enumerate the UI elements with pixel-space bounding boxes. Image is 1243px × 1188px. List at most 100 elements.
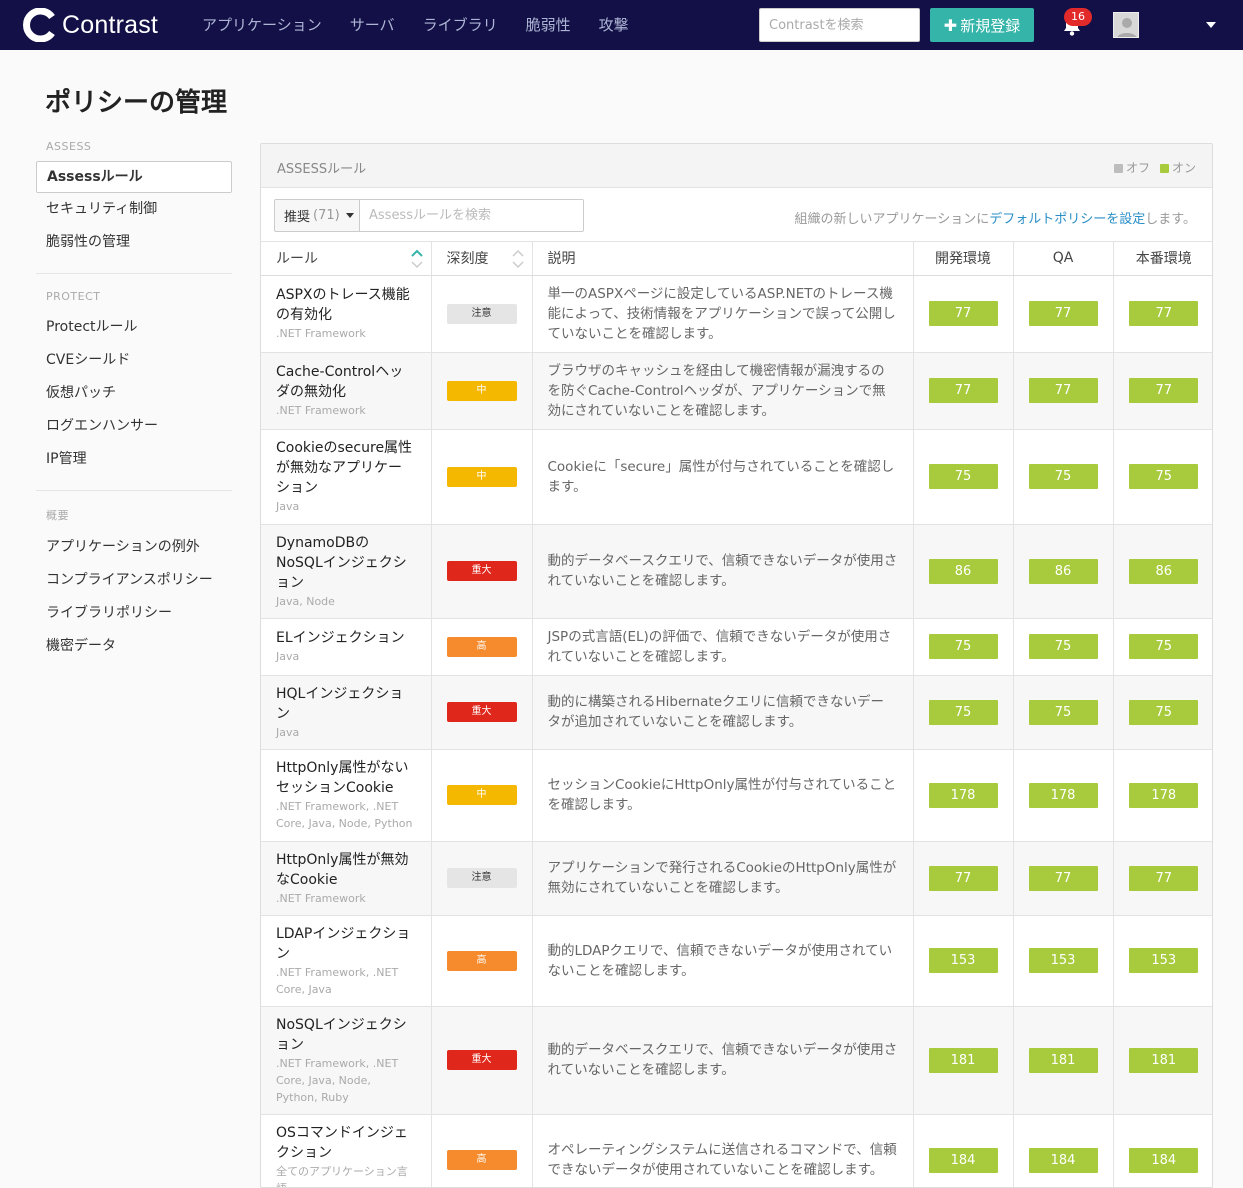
sidebar-item-protect-rules[interactable]: Protectルール <box>36 311 232 344</box>
rule-name[interactable]: LDAPインジェクション <box>276 924 416 964</box>
rule-name[interactable]: Cookieのsecure属性が無効なアプリケーション <box>276 438 416 498</box>
description-cell: アプリケーションで発行されるCookieのHttpOnly属性が無効にされていな… <box>532 841 914 916</box>
note-text: 組織の新しいアプリケーションに <box>794 212 990 227</box>
rule-languages: Java <box>276 500 300 513</box>
prod-env-toggle[interactable]: 77 <box>1129 865 1199 891</box>
prod-env-toggle[interactable]: 86 <box>1129 558 1199 584</box>
filter-dropdown[interactable]: 推奨 (71) <box>274 199 360 232</box>
nav-servers[interactable]: サーバ <box>350 0 395 50</box>
prod-env-toggle[interactable]: 153 <box>1129 948 1199 973</box>
description-cell: JSPの式言語(EL)の評価で、信頼できないデータが使用されていないことを確認し… <box>532 618 914 676</box>
rule-name[interactable]: HQLインジェクション <box>276 684 416 724</box>
table-row: NoSQLインジェクション .NET Framework, .NET Core, … <box>261 1006 1212 1115</box>
prod-env-toggle[interactable]: 75 <box>1129 464 1199 489</box>
qa-env-toggle[interactable]: 86 <box>1028 558 1098 584</box>
rule-name[interactable]: DynamoDBのNoSQLインジェクション <box>276 533 416 593</box>
nav-attacks[interactable]: 攻撃 <box>599 0 629 50</box>
prod-env-toggle[interactable]: 181 <box>1129 1047 1199 1073</box>
nav-applications[interactable]: アプリケーション <box>202 0 322 50</box>
sidebar-item-app-exclusions[interactable]: アプリケーションの例外 <box>36 531 232 564</box>
sidebar-item-compliance-policy[interactable]: コンプライアンスポリシー <box>36 564 232 597</box>
rule-name[interactable]: ASPXのトレース機能の有効化 <box>276 285 416 325</box>
severity-cell: 注意 <box>431 841 533 916</box>
rule-languages: 全てのアプリケーション言語 <box>276 1165 408 1187</box>
legend-on: オン <box>1159 159 1196 176</box>
col-header-severity[interactable]: 深刻度 <box>431 242 533 276</box>
qa-env-cell: 77 <box>1013 352 1114 430</box>
page-title: ポリシーの管理 <box>45 88 228 118</box>
sidebar-item-ip-management[interactable]: IP管理 <box>36 443 232 476</box>
dev-env-toggle[interactable]: 75 <box>928 634 998 659</box>
prod-env-toggle[interactable]: 75 <box>1129 699 1199 725</box>
prod-env-toggle[interactable]: 75 <box>1129 634 1199 659</box>
default-policy-link[interactable]: デフォルトポリシーを設定 <box>989 212 1145 227</box>
chevron-down-icon[interactable] <box>1206 22 1216 28</box>
severity-badge: 注意 <box>446 303 517 324</box>
dev-env-toggle[interactable]: 77 <box>928 378 998 403</box>
severity-cell: 重大 <box>431 675 533 750</box>
qa-env-toggle[interactable]: 153 <box>1028 948 1098 973</box>
dev-env-toggle[interactable]: 153 <box>928 948 998 973</box>
global-search-input[interactable] <box>759 8 920 42</box>
qa-env-toggle[interactable]: 75 <box>1028 634 1098 659</box>
dev-env-toggle[interactable]: 75 <box>928 699 998 725</box>
qa-env-toggle[interactable]: 184 <box>1028 1147 1098 1173</box>
rule-name[interactable]: NoSQLインジェクション <box>276 1015 416 1055</box>
sidebar-item-library-policy[interactable]: ライブラリポリシー <box>36 597 232 630</box>
severity-cell: 注意 <box>431 275 533 353</box>
rule-name[interactable]: HttpOnly属性が無効なCookie <box>276 850 416 890</box>
dev-env-toggle[interactable]: 184 <box>928 1147 998 1173</box>
filter-label: 推奨 <box>284 210 311 225</box>
nav-libraries[interactable]: ライブラリ <box>423 0 498 50</box>
qa-env-toggle[interactable]: 75 <box>1028 464 1098 489</box>
prod-env-toggle[interactable]: 178 <box>1129 782 1199 808</box>
dev-env-toggle[interactable]: 77 <box>928 301 998 326</box>
qa-env-toggle[interactable]: 77 <box>1028 301 1098 326</box>
sidebar-item-virtual-patches[interactable]: 仮想パッチ <box>36 377 232 410</box>
rule-search-input[interactable] <box>360 199 584 232</box>
prod-env-cell: 77 <box>1113 275 1212 353</box>
sidebar-item-assess-rules[interactable]: Assessルール <box>36 161 232 193</box>
description-cell: セッションCookieにHttpOnly属性が付与されていることを確認します。 <box>532 749 914 842</box>
prod-env-toggle[interactable]: 184 <box>1129 1147 1199 1173</box>
sidebar-item-sensitive-data[interactable]: 機密データ <box>36 630 232 663</box>
table-row: ELインジェクション Java 高 JSPの式言語(EL)の評価で、信頼できないデータ… <box>261 618 1212 676</box>
prod-env-cell: 86 <box>1113 524 1212 619</box>
sidebar-heading-assess: ASSESS <box>46 140 92 153</box>
sidebar-heading-protect: PROTECT <box>46 290 101 303</box>
dev-env-toggle[interactable]: 86 <box>928 558 998 584</box>
rule-name[interactable]: OSコマンドインジェクション <box>276 1123 416 1163</box>
avatar-icon[interactable] <box>1113 12 1139 38</box>
rule-languages: .NET Framework, .NET Core, Java, Node, P… <box>276 800 413 830</box>
qa-env-toggle[interactable]: 77 <box>1028 865 1098 891</box>
prod-env-toggle[interactable]: 77 <box>1129 301 1199 326</box>
nav-vulnerabilities[interactable]: 脆弱性 <box>526 0 571 50</box>
table-row: Cookieのsecure属性が無効なアプリケーション Java 中 Cookieに「… <box>261 429 1212 525</box>
rule-cell: LDAPインジェクション .NET Framework, .NET Core, J… <box>261 915 432 1007</box>
dev-env-toggle[interactable]: 181 <box>928 1047 998 1073</box>
rule-name[interactable]: ELインジェクション <box>276 628 416 648</box>
prod-env-cell: 153 <box>1113 915 1212 1007</box>
dev-env-toggle[interactable]: 75 <box>928 464 998 489</box>
rule-languages: .NET Framework <box>276 327 366 340</box>
new-button[interactable]: ✚ 新規登録 <box>930 8 1034 42</box>
rule-name[interactable]: HttpOnly属性がないセッションCookie <box>276 758 416 798</box>
sidebar-item-cve-shields[interactable]: CVEシールド <box>36 344 232 377</box>
qa-env-toggle[interactable]: 178 <box>1028 782 1098 808</box>
qa-env-toggle[interactable]: 77 <box>1028 378 1098 403</box>
sidebar-item-security-controls[interactable]: セキュリティ制御 <box>36 193 232 226</box>
sidebar-item-log-enhancers[interactable]: ログエンハンサー <box>36 410 232 443</box>
col-header-rule[interactable]: ルール <box>261 242 432 276</box>
dev-env-toggle[interactable]: 77 <box>928 865 998 891</box>
qa-env-toggle[interactable]: 75 <box>1028 699 1098 725</box>
prod-env-cell: 181 <box>1113 1006 1212 1115</box>
prod-env-cell: 184 <box>1113 1114 1212 1187</box>
prod-env-toggle[interactable]: 77 <box>1129 378 1199 403</box>
severity-cell: 中 <box>431 749 533 842</box>
sidebar-item-vuln-management[interactable]: 脆弱性の管理 <box>36 226 232 259</box>
rule-name[interactable]: Cache-Controlヘッダの無効化 <box>276 362 416 402</box>
logo[interactable]: Contrast <box>22 8 158 42</box>
dev-env-toggle[interactable]: 178 <box>928 782 998 808</box>
sidebar-divider <box>36 273 232 274</box>
qa-env-toggle[interactable]: 181 <box>1028 1047 1098 1073</box>
